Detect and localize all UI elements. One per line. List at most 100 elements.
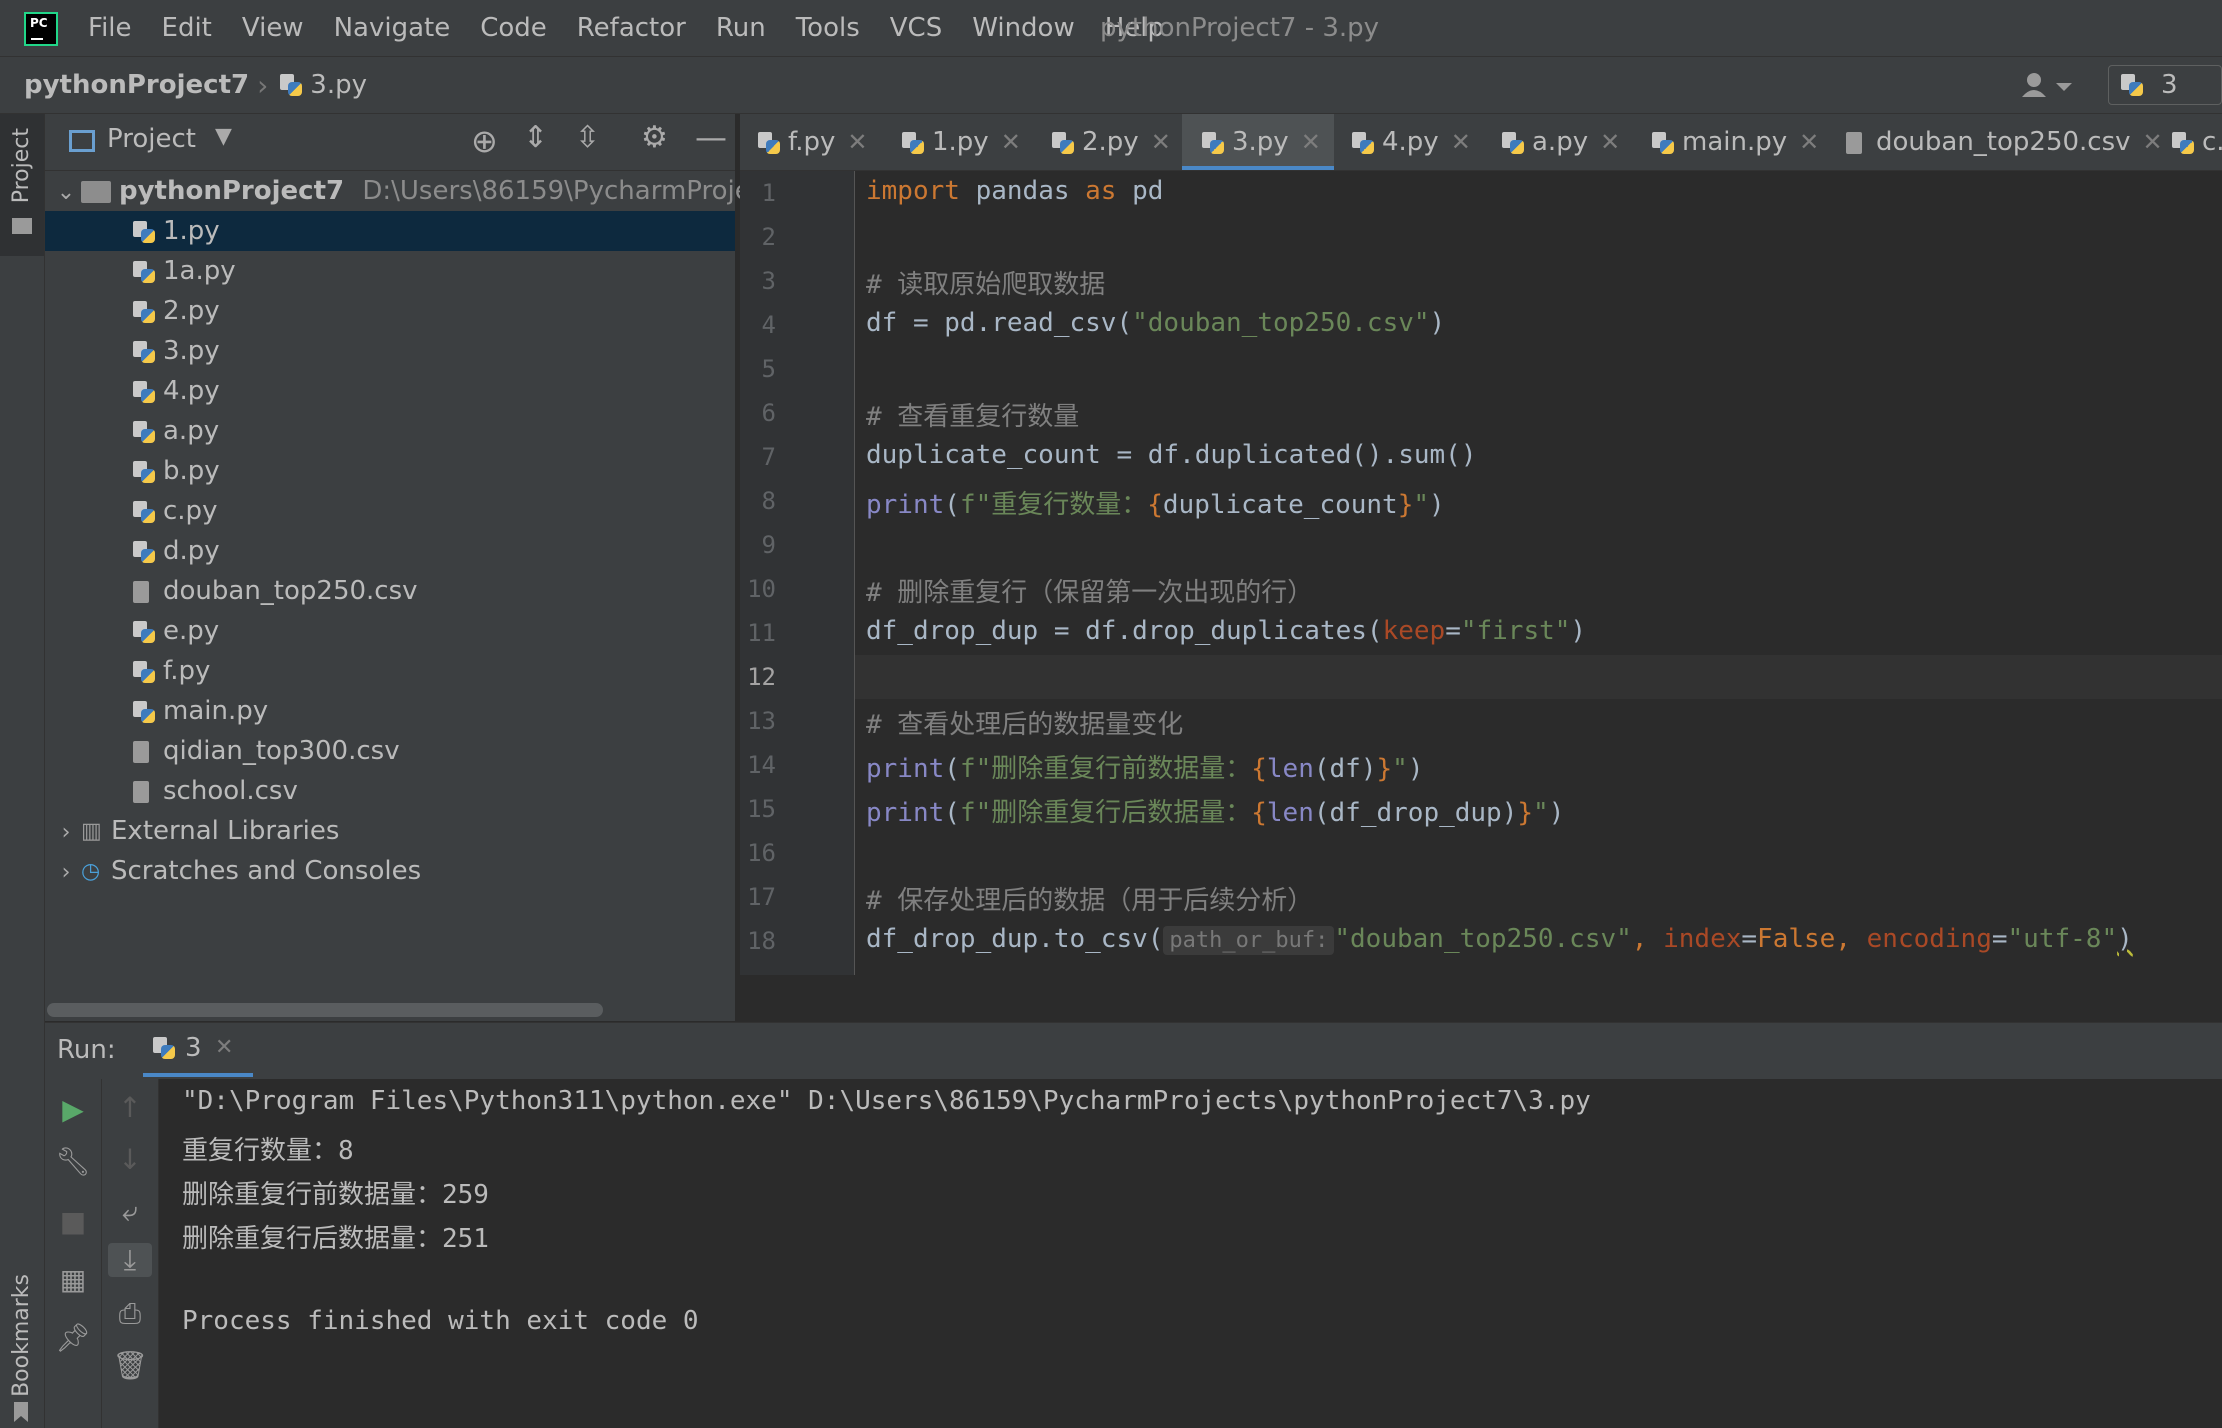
run-tool-header: Run: 3 ✕ [45, 1022, 2222, 1080]
pin-icon[interactable]: 📌︎ [53, 1321, 93, 1354]
code-token: as [1085, 176, 1117, 206]
tab-1-py[interactable]: 1.py ✕ [902, 114, 1021, 170]
tree-root-folder[interactable]: ⌄ pythonProject7 D:\Users\86159\PycharmPr… [45, 171, 830, 213]
breadcrumb-project[interactable]: pythonProject7 [24, 70, 249, 100]
menu-view[interactable]: View [242, 13, 304, 43]
tree-file-fpy[interactable]: f.py [45, 651, 735, 691]
tree-file-school-csv[interactable]: school.csv [45, 771, 735, 811]
tree-scratches[interactable]: › ◷ Scratches and Consoles [45, 851, 735, 891]
run-config-selector[interactable]: 3 [2108, 65, 2222, 105]
close-icon[interactable]: ✕ [1001, 128, 1021, 156]
python-file-icon [133, 660, 155, 683]
print-icon[interactable]: ⎙ [110, 1297, 150, 1331]
chevron-right-icon[interactable]: › [51, 853, 81, 893]
editor-tabs: f.py ✕ 1.py ✕ 2.py ✕ 3.py ✕ 4.py ✕ a.py ✕ main… [740, 114, 2222, 171]
locate-file-icon[interactable]: ⊕ [471, 122, 498, 160]
tab-label: douban_top250.csv [1876, 127, 2131, 157]
menu-navigate[interactable]: Navigate [334, 13, 451, 43]
line-number: 13 [747, 707, 776, 735]
tab-a-py[interactable]: a.py ✕ [1502, 114, 1620, 170]
csv-file-icon [133, 580, 149, 603]
hide-panel-icon[interactable]: — [695, 118, 727, 156]
layout-icon[interactable]: ▦ [53, 1263, 93, 1296]
code-token: " [1413, 490, 1430, 520]
tree-file-4py[interactable]: 4.py [45, 371, 735, 411]
file-name: 1.py [163, 216, 220, 246]
tree-file-dpy[interactable]: d.py [45, 531, 735, 571]
tree-file-2py[interactable]: 2.py [45, 291, 735, 331]
gear-icon[interactable]: ⚙ [641, 120, 668, 155]
tab-f-py[interactable]: f.py ✕ [758, 114, 868, 170]
line-number: 1 [761, 179, 776, 207]
tree-file-1apy[interactable]: 1a.py [45, 251, 735, 291]
menu-vcs[interactable]: VCS [890, 13, 942, 43]
close-icon[interactable]: ✕ [1799, 128, 1819, 156]
close-icon[interactable]: ✕ [1600, 128, 1620, 156]
code-line-4: df = pd.read_csv("douban_top250.csv") [866, 308, 1445, 338]
run-tab[interactable]: 3 ✕ [143, 1023, 253, 1077]
tree-external-libraries[interactable]: › ▥ External Libraries [45, 811, 735, 851]
line-number: 6 [761, 399, 776, 427]
menu-window[interactable]: Window [972, 13, 1075, 43]
tab-label: c.py [2202, 127, 2222, 157]
tree-file-qidian-csv[interactable]: qidian_top300.csv [45, 731, 735, 771]
tree-file-epy[interactable]: e.py [45, 611, 735, 651]
close-icon[interactable]: ✕ [1451, 128, 1471, 156]
tree-file-douban-csv[interactable]: douban_top250.csv [45, 571, 735, 611]
tab-2-py[interactable]: 2.py ✕ [1052, 114, 1171, 170]
menu-run[interactable]: Run [716, 13, 766, 43]
project-tool-tab[interactable]: Project [0, 114, 44, 256]
tree-file-cpy[interactable]: c.py [45, 491, 735, 531]
menu-refactor[interactable]: Refactor [577, 13, 686, 43]
python-file-icon [280, 74, 303, 96]
close-icon[interactable]: ✕ [847, 128, 867, 156]
python-file-icon [133, 340, 155, 363]
close-icon[interactable]: ✕ [1151, 128, 1171, 156]
bookmarks-tool-tab[interactable]: Bookmarks [0, 1264, 44, 1428]
wrench-icon[interactable]: 🔧︎ [53, 1145, 93, 1178]
scroll-to-end-icon[interactable]: ⤓ [108, 1243, 152, 1277]
soft-wrap-icon[interactable]: ⤶ [110, 1195, 150, 1229]
chevron-right-icon[interactable]: › [51, 813, 81, 853]
chevron-down-icon[interactable]: ▼ [215, 124, 232, 149]
run-label: Run: [57, 1035, 116, 1065]
python-file-icon [133, 540, 155, 563]
arrow-up-icon[interactable]: ↑ [110, 1091, 150, 1124]
menu-code[interactable]: Code [480, 13, 547, 43]
tab-c-py[interactable]: c.py [2172, 114, 2222, 170]
pycharm-logo-icon: PC [24, 12, 58, 46]
tree-file-mainpy[interactable]: main.py [45, 691, 735, 731]
code-token: df = pd.read_csv( [866, 308, 1133, 338]
collapse-all-icon[interactable]: ⇳ [575, 120, 600, 155]
menu-edit[interactable]: Edit [162, 13, 212, 43]
menu-tools[interactable]: Tools [796, 13, 860, 43]
code-token: , [1631, 924, 1664, 954]
breadcrumb-file[interactable]: 3.py [310, 70, 367, 100]
close-icon[interactable]: ✕ [1301, 128, 1321, 156]
tree-file-3py[interactable]: 3.py [45, 331, 735, 371]
chevron-down-icon[interactable]: ⌄ [51, 173, 81, 213]
stop-icon[interactable]: ■ [53, 1205, 93, 1238]
csv-file-icon [1846, 131, 1862, 154]
project-view-label[interactable]: Project [107, 124, 196, 154]
arrow-down-icon[interactable]: ↓ [110, 1143, 150, 1176]
code-line-6: # 查看重复行数量 [866, 402, 1080, 432]
trash-icon[interactable]: 🗑︎ [110, 1349, 150, 1382]
close-icon[interactable]: ✕ [215, 1035, 233, 1060]
tab-douban-csv[interactable]: douban_top250.csv ✕ [1846, 114, 2163, 170]
tree-file-apy[interactable]: a.py [45, 411, 735, 451]
project-horizontal-scrollbar[interactable] [47, 1003, 603, 1017]
expand-all-icon[interactable]: ⇕ [523, 120, 548, 155]
tree-file-1py[interactable]: 1.py [45, 211, 735, 251]
menu-file[interactable]: File [88, 13, 132, 43]
close-icon[interactable]: ✕ [2143, 128, 2163, 156]
tab-main-py[interactable]: main.py ✕ [1652, 114, 1819, 170]
tree-file-bpy[interactable]: b.py [45, 451, 735, 491]
tab-4-py[interactable]: 4.py ✕ [1352, 114, 1471, 170]
rerun-icon[interactable]: ▶ [53, 1093, 93, 1126]
line-number: 11 [747, 619, 776, 647]
tab-3-py[interactable]: 3.py ✕ [1182, 114, 1334, 170]
user-account-icon[interactable] [2020, 71, 2076, 99]
tab-label: main.py [1682, 127, 1788, 157]
run-toolbar-left: ▶ 🔧︎ ■ ▦ 📌︎ [45, 1079, 102, 1428]
